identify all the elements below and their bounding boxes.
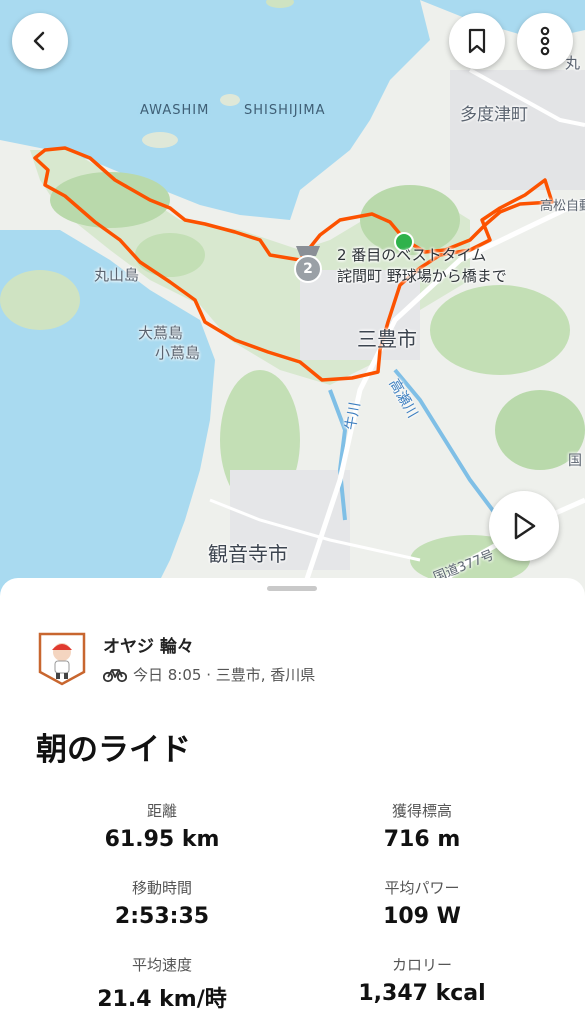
athlete-name[interactable]: オヤジ 輪々	[103, 632, 194, 657]
sheet-drag-handle[interactable]	[267, 586, 317, 591]
route-map[interactable]: AWASHIM SHISHIJIMA 多度津町 高松自動 丸 丸山島 大蔦島 小…	[0, 0, 585, 600]
stat-label: カロリー	[391, 956, 452, 974]
segment-badge[interactable]: 2	[292, 244, 324, 284]
stat-avg-speed: 平均速度 21.4 km/時	[32, 954, 292, 1013]
stat-label: 距離	[146, 802, 177, 820]
label-takamatsu-road: 高松自動	[540, 199, 585, 214]
label-maruyama: 丸山島	[94, 266, 140, 284]
segment-name: 詫間町 野球場から橋まで	[337, 267, 507, 285]
stat-value: 2:53:35	[114, 904, 210, 929]
stat-label: 獲得標高	[391, 802, 452, 820]
segment-rank: 2 番目のベストタイム	[337, 246, 487, 264]
stat-label: 平均速度	[131, 956, 192, 974]
avatar[interactable]	[38, 632, 86, 686]
back-button[interactable]	[12, 13, 68, 69]
stat-value: 1,347 kcal	[358, 981, 486, 1006]
play-icon	[514, 512, 536, 540]
activity-title: 朝のライド	[36, 732, 191, 768]
stat-value: 61.95 km	[104, 827, 220, 852]
play-flyover-button[interactable]	[489, 491, 559, 561]
label-kogushima: 小蔦島	[155, 344, 201, 362]
stat-value: 109 W	[383, 904, 461, 929]
label-tadotsu: 多度津町	[460, 105, 528, 125]
stat-distance: 距離 61.95 km	[32, 800, 292, 852]
stat-elevation-gain: 獲得標高 716 m	[292, 800, 552, 852]
more-button[interactable]	[517, 13, 573, 69]
label-edge-right: 国	[568, 453, 582, 469]
bookmark-icon	[468, 28, 486, 54]
activity-meta: 今日 8:05 · 三豊市, 香川県	[103, 664, 315, 685]
label-awashima: AWASHIM	[140, 103, 210, 118]
segment-callout[interactable]: 2 番目のベストタイム 詫間町 野球場から橋まで	[337, 245, 507, 287]
avatar-icon	[38, 632, 86, 686]
more-vertical-icon	[540, 26, 550, 56]
stat-value: 21.4 km/時	[97, 987, 227, 1012]
label-shishijima: SHISHIJIMA	[244, 103, 326, 118]
bike-icon	[103, 668, 127, 682]
stat-value: 716 m	[383, 827, 461, 852]
stat-moving-time: 移動時間 2:53:35	[32, 877, 292, 929]
label-mitoyo: 三豊市	[357, 327, 417, 351]
stat-calories: カロリー 1,347 kcal	[292, 954, 552, 1006]
label-ogushima: 大蔦島	[138, 324, 184, 342]
activity-date-location: 今日 8:05 · 三豊市, 香川県	[133, 666, 316, 684]
activity-sheet: オヤジ 輪々 今日 8:05 · 三豊市, 香川県 朝のライド 距離 61.95…	[0, 578, 585, 1024]
segment-badge-number: 2	[303, 261, 313, 277]
bookmark-button[interactable]	[449, 13, 505, 69]
back-chevron-icon	[33, 31, 45, 51]
stat-label: 平均パワー	[384, 879, 460, 897]
stat-avg-power: 平均パワー 109 W	[292, 877, 552, 929]
stat-label: 移動時間	[131, 879, 192, 897]
label-kanonji: 観音寺市	[208, 542, 288, 566]
